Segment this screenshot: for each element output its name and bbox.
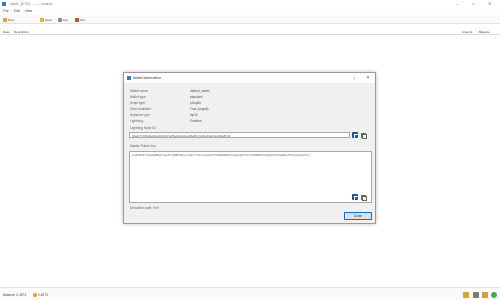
lightning-label: Lightning: — [130, 119, 144, 123]
lightning-status-icon — [33, 292, 37, 297]
wallet-type-label: Wallet type: — [130, 95, 147, 99]
toolbar: New Open Key Sort — [0, 15, 500, 24]
seed-available-label: Seed available: — [130, 107, 152, 111]
maximize-button[interactable]: □ — [472, 1, 474, 6]
qr-code-button[interactable] — [352, 132, 359, 139]
master-key-qr-button[interactable] — [352, 194, 359, 201]
toolbar-sort-button[interactable]: Sort — [75, 17, 86, 22]
help-button[interactable]: ? — [353, 76, 355, 81]
key-icon — [58, 17, 62, 22]
status-bar: Balance: 0.4573 0.4573 — [0, 287, 500, 300]
column-description[interactable]: Description — [14, 30, 29, 34]
network-status-icon[interactable] — [491, 291, 497, 298]
wallet-name-label: Wallet name: — [130, 89, 149, 93]
master-public-key-text: zpub6rFR7y4Q2AijBEqTUquhVz398htDFrtymD9x… — [132, 153, 310, 158]
seed-available-value: True (segwit) — [190, 107, 209, 111]
status-balance: Balance: 0.4573 — [3, 293, 27, 297]
copy-icon[interactable] — [360, 132, 368, 140]
dialog-app-icon — [127, 76, 131, 80]
master-key-copy-icon[interactable] — [360, 194, 368, 202]
preferences-icon[interactable] — [473, 291, 479, 298]
sort-icon — [75, 17, 79, 22]
window-title: Vault - [KTS] - ... — vault.kt — [10, 1, 53, 6]
new-icon — [3, 17, 7, 22]
toolbar-open-button[interactable]: Open — [40, 17, 52, 22]
lock-icon[interactable] — [463, 291, 469, 298]
master-public-key-label: Master Public Key — [130, 144, 156, 148]
history-column-header: Date Description Amount Balance — [0, 28, 500, 35]
wallet-type-value: standard — [190, 95, 203, 99]
window-title-bar: Vault - [KTS] - ... — vault.kt – □ ✕ — [0, 0, 500, 8]
toolbar-key-button[interactable]: Key — [58, 17, 68, 22]
master-public-key-field[interactable]: zpub6rFR7y4Q2AijBEqTUquhVz398htDFrtymD9x… — [129, 151, 372, 203]
status-lightning-balance: 0.4573 — [38, 293, 48, 297]
lightning-node-id-field[interactable]: 03a4cf7c6b5d3e2f1a0b9c8d7e6f5a4b3c2d1e0f… — [129, 132, 350, 138]
column-date[interactable]: Date — [3, 30, 9, 34]
lightning-node-id-label: Lightning Node ID: — [130, 126, 157, 130]
close-button[interactable]: Close — [344, 212, 372, 220]
folder-icon — [40, 17, 44, 22]
minimize-button[interactable]: – — [456, 1, 458, 6]
lightning-node-id-text: 03a4cf7c6b5d3e2f1a0b9c8d7e6f5a4b3c2d1e0f… — [132, 134, 231, 138]
dialog-close-icon[interactable]: ✕ — [366, 75, 370, 81]
dialog-title: Wallet information — [133, 76, 161, 80]
column-amount[interactable]: Amount — [462, 30, 472, 34]
script-type-label: Script type: — [130, 101, 146, 105]
close-window-button[interactable]: ✕ — [488, 1, 491, 6]
wallet-name-value: default_wallet — [190, 89, 210, 93]
app-icon — [2, 2, 6, 6]
script-type-value: p2wpkh — [190, 101, 201, 105]
column-balance[interactable]: Balance — [479, 30, 490, 34]
toolbar-new-button[interactable]: New — [3, 17, 14, 22]
seed-icon[interactable] — [482, 291, 488, 298]
dialog-title-bar: Wallet information ? ✕ — [124, 73, 375, 83]
lightning-value: Enabled — [190, 119, 202, 123]
wallet-information-dialog: Wallet information ? ✕ Wallet name: defa… — [123, 72, 376, 224]
keystore-type-value: bip32 — [190, 113, 198, 117]
derivation-path-label: Derivation path: m/0' — [130, 206, 160, 210]
keystore-type-label: Keystore type: — [130, 113, 151, 117]
